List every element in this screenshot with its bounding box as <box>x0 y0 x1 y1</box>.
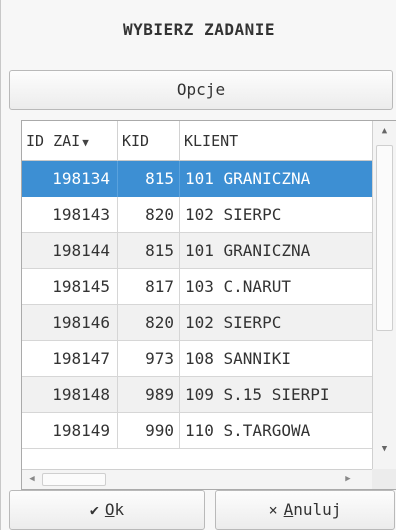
task-table: ID ZAI ▼ KID KLIENT 198134 815 101 GRANIC… <box>21 120 396 490</box>
ok-label: k <box>114 500 125 519</box>
cell-klient: 109 S.15 SIERPI <box>185 385 330 404</box>
table-row[interactable]: 198143 820 102 SIERPC <box>22 197 372 233</box>
scroll-left-arrow-icon[interactable]: ◀ <box>22 470 42 489</box>
vertical-scrollbar[interactable]: ▲ ▼ <box>372 121 396 469</box>
cell-id: 198148 <box>22 377 118 413</box>
cell-klient: 110 S.TARGOWA <box>185 421 311 440</box>
cancel-label: nuluj <box>293 500 342 519</box>
table-header: ID ZAI ▼ KID KLIENT <box>22 121 372 161</box>
cell-id: 198134 <box>22 161 118 197</box>
cell-klient: 101 GRANICZNA <box>185 241 311 260</box>
cell-kid: 973 <box>118 341 180 377</box>
cancel-button[interactable]: × Anuluj <box>215 490 395 530</box>
cell-id: 198144 <box>22 233 118 269</box>
table-body: 198134 815 101 GRANICZNA 198143 820 102 … <box>22 161 372 449</box>
ok-mnemonic: O <box>104 500 115 519</box>
table-row[interactable]: 198144 815 101 GRANICZNA <box>22 233 372 269</box>
sort-descending-icon: ▼ <box>82 136 89 149</box>
cell-kid: 817 <box>118 269 180 305</box>
cell-klient: 102 SIERPC <box>185 313 282 332</box>
table-row[interactable]: 198146 820 102 SIERPC <box>22 305 372 341</box>
table-row[interactable]: 198145 817 103 C.NARUT <box>22 269 372 305</box>
cell-klient: 103 C.NARUT <box>185 277 291 296</box>
scrollbar-corner <box>372 469 396 489</box>
scroll-up-arrow-icon[interactable]: ▲ <box>373 121 396 141</box>
column-header-id-label: ID ZAI <box>26 132 81 150</box>
vertical-scroll-thumb[interactable] <box>376 145 393 331</box>
cell-kid: 820 <box>118 197 180 233</box>
options-button[interactable]: Opcje <box>9 70 393 110</box>
cell-kid: 820 <box>118 305 180 341</box>
cancel-mnemonic: A <box>283 500 294 519</box>
table-row[interactable]: 198148 989 109 S.15 SIERPI <box>22 377 372 413</box>
scroll-right-arrow-icon[interactable]: ▶ <box>338 470 358 489</box>
cell-id: 198146 <box>22 305 118 341</box>
cell-kid: 815 <box>118 161 180 197</box>
horizontal-scroll-thumb[interactable] <box>42 473 106 486</box>
scroll-down-arrow-icon[interactable]: ▼ <box>373 439 396 459</box>
cell-klient: 101 GRANICZNA <box>185 169 311 188</box>
cell-id: 198145 <box>22 269 118 305</box>
checkmark-icon: ✔ <box>89 501 99 519</box>
table-row-selected[interactable]: 198134 815 101 GRANICZNA <box>22 161 372 197</box>
dialog-title: WYBIERZ ZADANIE <box>123 20 275 39</box>
x-icon: × <box>268 501 278 519</box>
table-row[interactable]: 198147 973 108 SANNIKI <box>22 341 372 377</box>
horizontal-scrollbar[interactable]: ◀ ▶ <box>22 469 372 489</box>
cell-id: 198143 <box>22 197 118 233</box>
column-header-klient[interactable]: KLIENT <box>180 121 372 161</box>
cell-klient: 108 SANNIKI <box>185 349 291 368</box>
cell-id: 198149 <box>22 413 118 449</box>
cell-id: 198147 <box>22 341 118 377</box>
cell-kid: 990 <box>118 413 180 449</box>
ok-button[interactable]: ✔ Ok <box>9 490 205 530</box>
select-task-dialog: WYBIERZ ZADANIE Opcje ID ZAI ▼ KID KLIENT… <box>0 0 396 530</box>
column-header-kid[interactable]: KID <box>118 121 180 161</box>
table-row[interactable]: 198149 990 110 S.TARGOWA <box>22 413 372 449</box>
cell-klient: 102 SIERPC <box>185 205 282 224</box>
cell-kid: 989 <box>118 377 180 413</box>
cell-kid: 815 <box>118 233 180 269</box>
column-header-id[interactable]: ID ZAI ▼ <box>22 121 118 161</box>
